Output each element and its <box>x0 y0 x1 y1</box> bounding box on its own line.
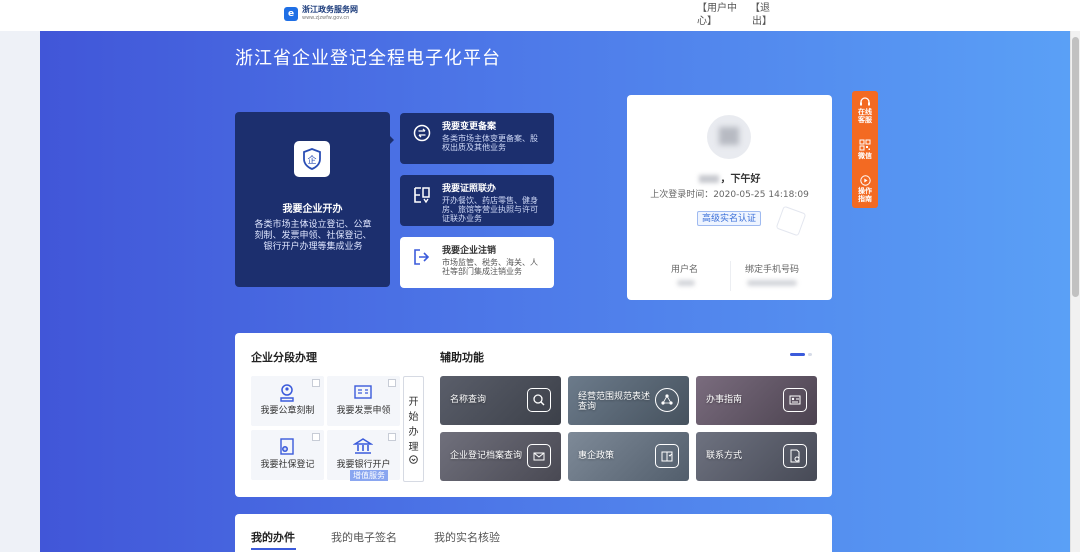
search-doc-icon <box>527 388 551 412</box>
scrollbar-thumb[interactable] <box>1072 37 1079 297</box>
seal-making-item[interactable]: 我要公章刻制 <box>251 376 324 426</box>
logo-url: www.zjzwfw.gov.cn <box>302 15 350 21</box>
license-link-icon <box>414 187 430 204</box>
change-record-card[interactable]: 我要变更备案 各类市场主体变更备案、股权出质及其他业务 <box>400 113 554 164</box>
scope-network-icon <box>655 388 679 412</box>
site-logo[interactable]: e 浙江政务服务网 www.zjzwfw.gov.cn <box>284 6 358 21</box>
auth-level-badge[interactable]: 高级实名认证 <box>697 211 762 226</box>
start-processing-button[interactable]: 开 始 办 理 <box>403 376 424 482</box>
headset-icon <box>860 97 870 106</box>
bank-account-checkbox[interactable] <box>388 433 396 441</box>
enterprise-cancel-desc: 市场监管、税务、海关、人社等部门集成注销业务 <box>442 258 538 276</box>
registration-archive-tile[interactable]: 企业登记档案查询 <box>440 432 561 481</box>
logout-arrow-icon <box>414 249 430 265</box>
value-added-service-tag: 增值服务 <box>350 470 388 481</box>
archive-mail-icon <box>527 444 551 468</box>
policy-tile[interactable]: 惠企政策 <box>568 432 689 481</box>
change-record-icon <box>413 124 431 142</box>
enterprise-cancel-title: 我要企业注销 <box>442 246 497 256</box>
policy-book-icon <box>655 444 679 468</box>
license-link-title: 我要证照联办 <box>442 184 497 194</box>
contact-doc-icon <box>783 444 807 468</box>
invoice-apply-checkbox[interactable] <box>388 379 396 387</box>
wechat-button[interactable]: 微信 <box>852 130 878 169</box>
active-tab-underline <box>251 548 296 550</box>
enterprise-shield-icon: 企 <box>294 141 330 177</box>
tab-my-esignature[interactable]: 我的电子签名 <box>331 529 397 545</box>
qrcode-icon <box>859 139 871 151</box>
operation-guide-button[interactable]: 操作 指南 <box>852 169 878 208</box>
social-insurance-icon <box>280 438 294 455</box>
username-value <box>677 280 695 286</box>
tab-my-cases[interactable]: 我的办件 <box>251 529 295 545</box>
seal-icon <box>280 384 294 402</box>
enterprise-setup-title: 我要企业开办 <box>282 204 343 215</box>
invoice-icon <box>354 385 372 399</box>
contact-tile[interactable]: 联系方式 <box>696 432 817 481</box>
enterprise-setup-card[interactable]: 企 我要企业开办 各类市场主体设立登记、公章刻制、发票申领、社保登记、银行开户办… <box>235 112 390 287</box>
logo-name: 浙江政务服务网 <box>302 5 358 14</box>
my-items-tabs: 我的办件 我的电子签名 我的实名核验 <box>235 514 832 552</box>
social-insurance-checkbox[interactable] <box>312 433 320 441</box>
license-link-desc: 开办餐饮、药店零售、健身房、旅馆等营业执照与许可证联办业务 <box>442 196 538 223</box>
invoice-apply-item[interactable]: 我要发票申领 <box>327 376 400 426</box>
watermark-icon <box>775 205 807 237</box>
user-field-divider <box>730 261 731 291</box>
avatar[interactable] <box>707 115 751 159</box>
seal-making-checkbox[interactable] <box>312 379 320 387</box>
phone-value <box>747 280 797 286</box>
chevron-down-circle-icon <box>409 454 418 464</box>
service-guide-tile[interactable]: 办事指南 <box>696 376 817 425</box>
page-title: 浙江省企业登记全程电子化平台 <box>235 48 501 69</box>
top-bar: e 浙江政务服务网 www.zjzwfw.gov.cn 【用户中 心】 【退 出… <box>0 0 1080 31</box>
social-insurance-item[interactable]: 我要社保登记 <box>251 430 324 480</box>
username-label: 用户名 <box>671 265 699 275</box>
page-scrollbar[interactable] <box>1070 31 1080 552</box>
bank-icon <box>353 438 373 454</box>
aux-section-title: 辅助功能 <box>440 351 484 364</box>
carousel-indicator[interactable] <box>790 353 812 356</box>
svg-text:企: 企 <box>307 154 316 166</box>
change-record-title: 我要变更备案 <box>442 122 497 132</box>
guide-card-icon <box>783 388 807 412</box>
staged-section-title: 企业分段办理 <box>251 351 317 364</box>
last-login-time: 上次登录时间：2020-05-25 14:18:09 <box>650 190 809 200</box>
business-scope-query-tile[interactable]: 经营范围规范表述查询 <box>568 376 689 425</box>
enterprise-cancel-card[interactable]: 我要企业注销 市场监管、税务、海关、人社等部门集成注销业务 <box>400 237 554 288</box>
phone-label: 绑定手机号码 <box>745 265 800 275</box>
services-panel: 企业分段办理 辅助功能 我要公章刻制 我要发票申领 我要社保登记 我要银行开户 … <box>235 333 832 497</box>
change-record-desc: 各类市场主体变更备案、股权出质及其他业务 <box>442 134 538 152</box>
name-query-tile[interactable]: 名称查询 <box>440 376 561 425</box>
online-service-button[interactable]: 在线 客服 <box>852 91 878 130</box>
card-pointer <box>388 134 394 146</box>
user-center-link[interactable]: 【用户中 心】 <box>697 2 737 28</box>
tab-my-verification[interactable]: 我的实名核验 <box>434 529 500 545</box>
user-info-card: ，下午好 上次登录时间：2020-05-25 14:18:09 高级实名认证 用… <box>627 95 832 300</box>
logo-mark-icon: e <box>284 6 298 21</box>
license-link-card[interactable]: 我要证照联办 开办餐饮、药店零售、健身房、旅馆等营业执照与许可证联办业务 <box>400 175 554 226</box>
floating-service-bar: 在线 客服 微信 操作 指南 <box>852 91 878 208</box>
greeting: ，下午好 <box>627 170 832 185</box>
enterprise-setup-desc: 各类市场主体设立登记、公章刻制、发票申领、社保登记、银行开户办理等集成业务 <box>254 220 372 252</box>
logout-link[interactable]: 【退 出】 <box>750 2 790 28</box>
play-circle-icon <box>859 174 871 186</box>
